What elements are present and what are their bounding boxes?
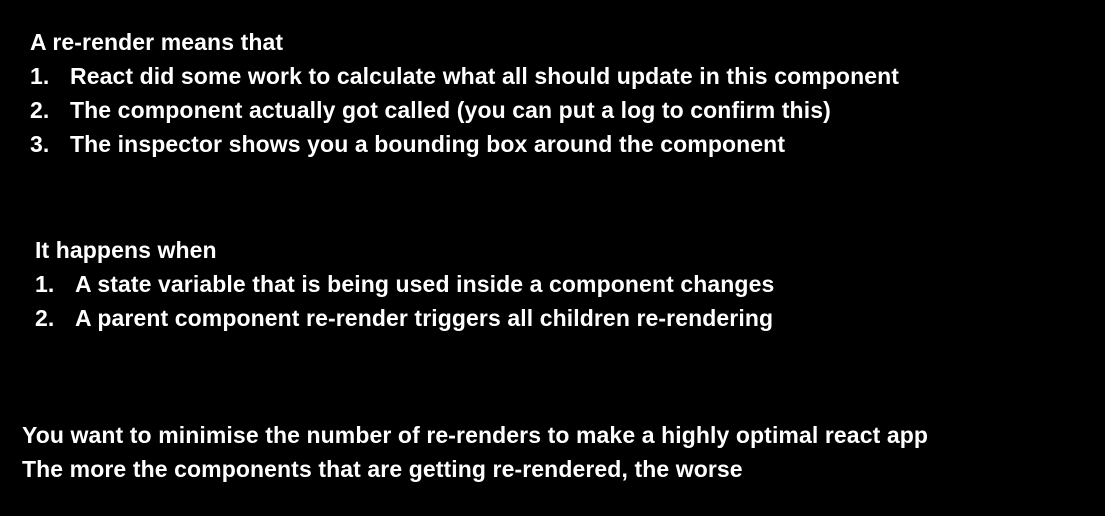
- list-item: 1. A state variable that is being used i…: [35, 267, 774, 301]
- list-item: 2. A parent component re-render triggers…: [35, 301, 774, 335]
- list-number: 2.: [30, 97, 50, 123]
- conclusion-line: You want to minimise the number of re-re…: [22, 422, 929, 448]
- list-text: A state variable that is being used insi…: [75, 271, 775, 297]
- list-item: 2. The component actually got called (yo…: [30, 93, 899, 127]
- conclusion-line: The more the components that are getting…: [22, 456, 743, 482]
- list-number: 1.: [30, 63, 50, 89]
- list-text: The component actually got called (you c…: [70, 97, 831, 123]
- conclusion-section: You want to minimise the number of re-re…: [22, 418, 928, 486]
- list-item: 1. React did some work to calculate what…: [30, 59, 899, 93]
- list-text: React did some work to calculate what al…: [70, 63, 900, 89]
- list-text: The inspector shows you a bounding box a…: [70, 131, 786, 157]
- list-number: 1.: [35, 271, 55, 297]
- list-text: A parent component re-render triggers al…: [75, 305, 774, 331]
- list-number: 2.: [35, 305, 55, 331]
- section-heading: A re-render means that: [30, 29, 284, 55]
- section-heading: It happens when: [35, 237, 217, 263]
- rerender-causes-section: It happens when 1. A state variable that…: [35, 233, 774, 335]
- list-item: 3. The inspector shows you a bounding bo…: [30, 127, 899, 161]
- slide: { "section1": { "heading": "A re-render …: [0, 0, 1105, 516]
- rerender-definition-section: A re-render means that 1. React did some…: [30, 25, 899, 161]
- list-number: 3.: [30, 131, 50, 157]
